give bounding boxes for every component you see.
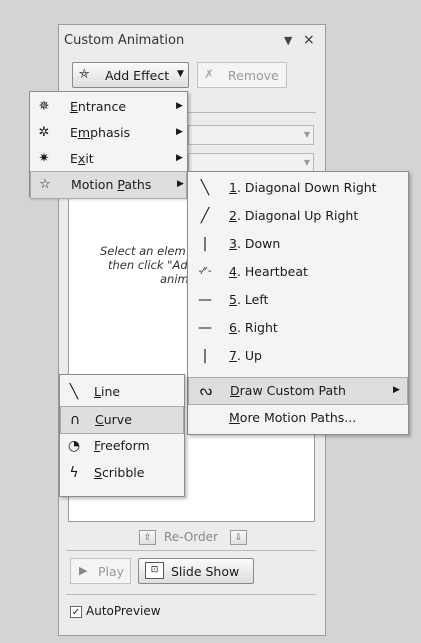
menu-item-diagonal-down-right[interactable]: ╲ 1. Diagonal Down Right: [188, 175, 408, 201]
reorder-label: Re-Order: [164, 530, 218, 544]
property-combo[interactable]: ▼: [188, 153, 314, 173]
menu-item-label: 4. Heartbeat: [229, 264, 308, 279]
divider: [66, 550, 316, 551]
exit-star-icon: ✷: [38, 151, 50, 166]
divider: [66, 594, 316, 595]
remove-star-icon: ✗: [204, 67, 215, 81]
menu-item-entrance[interactable]: ✵ Entrance ▶: [30, 94, 187, 120]
freeform-icon: ◔: [67, 438, 81, 454]
menu-item-label: Draw Custom Path: [230, 383, 346, 398]
curve-icon: ∩: [69, 412, 81, 428]
list-hint-line-3: anim: [160, 272, 189, 286]
menu-item-line[interactable]: ╲ Line: [60, 379, 184, 405]
menu-item-draw-custom-path[interactable]: ᔓ Draw Custom Path ▶: [188, 377, 408, 405]
add-effect-button[interactable]: ⛤ Add Effect ▼: [72, 62, 189, 88]
autopreview-checkbox[interactable]: ✓: [70, 606, 82, 618]
menu-item-label: More Motion Paths...: [229, 410, 357, 425]
heartbeat-icon: -⁄ᐟ-: [198, 266, 212, 277]
menu-item-down[interactable]: | 3. Down: [188, 231, 408, 257]
chevron-down-icon: ▼: [303, 158, 310, 167]
submenu-arrow-icon: ▶: [176, 101, 183, 111]
right-line-icon: —: [198, 320, 212, 336]
draw-custom-path-icon: ᔓ: [199, 383, 213, 399]
menu-item-label: 3. Down: [229, 236, 281, 251]
menu-item-label: 6. Right: [229, 320, 278, 335]
menu-item-label: Entrance: [70, 99, 127, 114]
reorder-down-button[interactable]: ⇩: [230, 530, 247, 545]
pane-close-button[interactable]: ×: [303, 32, 315, 48]
diagonal-down-right-icon: ╲: [200, 180, 210, 196]
line-icon: ╲: [69, 384, 79, 400]
menu-item-label: Emphasis: [70, 125, 131, 140]
play-label: Play: [98, 564, 125, 579]
menu-item-heartbeat[interactable]: -⁄ᐟ- 4. Heartbeat: [188, 259, 408, 285]
menu-item-left[interactable]: — 5. Left: [188, 287, 408, 313]
autopreview-label: AutoPreview: [86, 604, 161, 618]
play-button[interactable]: ▶ Play: [70, 558, 131, 584]
menu-item-label: Curve: [95, 412, 132, 427]
motion-paths-star-icon: ☆: [39, 177, 51, 192]
chevron-down-icon: ▼: [303, 130, 310, 139]
draw-custom-path-menu: ╲ Line ∩ Curve ◔ Freeform ϟ Scribble: [59, 374, 185, 497]
menu-item-label: Scribble: [94, 465, 145, 480]
slide-show-label: Slide Show: [171, 564, 240, 579]
reorder-up-button[interactable]: ⇧: [139, 530, 156, 545]
menu-item-more-motion-paths[interactable]: More Motion Paths...: [188, 405, 408, 431]
start-combo[interactable]: ▼: [188, 125, 314, 145]
down-line-icon: |: [202, 236, 208, 252]
play-icon: ▶: [79, 564, 88, 577]
menu-item-right[interactable]: — 6. Right: [188, 315, 408, 341]
entrance-star-icon: ✵: [38, 99, 50, 114]
menu-item-exit[interactable]: ✷ Exit ▶: [30, 146, 187, 172]
list-hint-line-1: Select an elem: [100, 244, 186, 258]
menu-item-label: 7. Up: [229, 348, 262, 363]
menu-item-freeform[interactable]: ◔ Freeform: [60, 433, 184, 459]
submenu-arrow-icon: ▶: [177, 179, 184, 189]
menu-item-label: 1. Diagonal Down Right: [229, 180, 377, 195]
chevron-down-icon: ▼: [177, 69, 184, 79]
pane-options-dropdown[interactable]: ▼: [284, 34, 292, 47]
submenu-arrow-icon: ▶: [176, 127, 183, 137]
submenu-arrow-icon: ▶: [176, 153, 183, 163]
menu-item-curve[interactable]: ∩ Curve: [60, 406, 184, 434]
scribble-icon: ϟ: [69, 465, 79, 481]
slide-show-icon: ⊡: [145, 562, 164, 579]
add-effect-label: Add Effect: [105, 68, 170, 83]
menu-item-up[interactable]: | 7. Up: [188, 343, 408, 369]
menu-item-scribble[interactable]: ϟ Scribble: [60, 460, 184, 486]
list-hint-line-2: then click "Ad: [108, 258, 188, 272]
menu-item-label: 5. Left: [229, 292, 269, 307]
add-effect-star-icon: ⛤: [79, 67, 90, 82]
motion-paths-menu: ╲ 1. Diagonal Down Right ╱ 2. Diagonal U…: [187, 171, 409, 435]
menu-item-emphasis[interactable]: ✲ Emphasis ▶: [30, 120, 187, 146]
left-line-icon: —: [198, 292, 212, 308]
add-effect-menu: ✵ Entrance ▶ ✲ Emphasis ▶ ✷ Exit ▶ ☆ Mot…: [29, 91, 188, 199]
menu-item-label: Motion Paths: [71, 177, 152, 192]
submenu-arrow-icon: ▶: [393, 385, 400, 395]
remove-label: Remove: [228, 68, 279, 83]
slide-show-button[interactable]: ⊡ Slide Show: [138, 558, 254, 584]
menu-item-label: 2. Diagonal Up Right: [229, 208, 359, 223]
remove-button[interactable]: ✗ Remove: [197, 62, 287, 88]
menu-item-motion-paths[interactable]: ☆ Motion Paths ▶: [30, 171, 187, 199]
menu-item-label: Line: [94, 384, 121, 399]
menu-item-label: Exit: [70, 151, 94, 166]
menu-item-label: Freeform: [94, 438, 150, 453]
up-line-icon: |: [202, 348, 208, 364]
pane-title: Custom Animation: [64, 33, 185, 48]
menu-item-diagonal-up-right[interactable]: ╱ 2. Diagonal Up Right: [188, 203, 408, 229]
diagonal-up-right-icon: ╱: [200, 208, 210, 224]
emphasis-star-icon: ✲: [38, 125, 50, 140]
